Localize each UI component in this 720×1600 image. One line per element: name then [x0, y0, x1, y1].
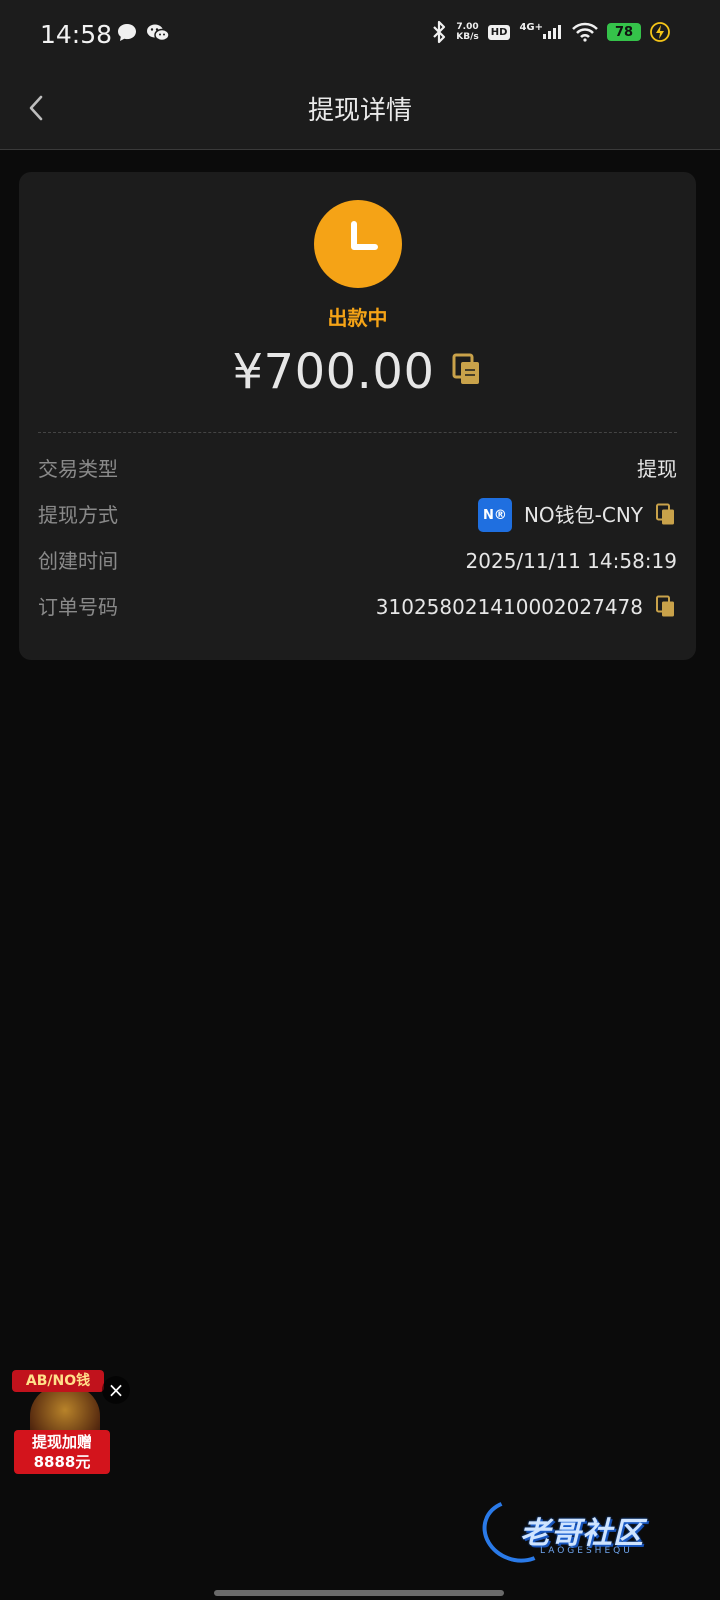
amount-row: ¥700.00 — [19, 344, 696, 400]
net-speed-value: 7.00 — [456, 22, 479, 32]
row-value: 2025/11/11 14:58:19 — [465, 549, 677, 573]
status-bar: 14:58 7.00 KB/s HD 4G+ 78 — [0, 0, 720, 66]
watermark-logo: 老哥社区 LAOGESHEQU — [473, 1489, 700, 1573]
screen: 14:58 7.00 KB/s HD 4G+ 78 提现详情 出款中 ¥700.… — [0, 0, 720, 1600]
row-value: 310258021410002027478 — [375, 595, 643, 619]
divider — [38, 432, 677, 433]
row-value: NO钱包-CNY — [523, 503, 643, 527]
row-label: 交易类型 — [38, 457, 118, 481]
notification-icons — [116, 22, 170, 44]
detail-row-created: 创建时间 2025/11/11 14:58:19 — [38, 546, 677, 592]
copy-method-button[interactable] — [655, 503, 677, 526]
wifi-icon — [572, 22, 598, 42]
message-icon — [118, 24, 136, 41]
home-indicator[interactable] — [214, 1590, 504, 1596]
amount: ¥700.00 — [232, 344, 435, 400]
net-type: 4G+ — [519, 22, 543, 33]
detail-row-type: 交易类型 提现 — [38, 454, 677, 500]
hd-badge: HD — [487, 24, 511, 40]
row-label: 创建时间 — [38, 549, 118, 573]
copy-icon — [656, 503, 674, 525]
copy-order-button[interactable] — [655, 595, 677, 618]
status-icon-circle — [314, 200, 402, 288]
row-value: 提现 — [637, 457, 677, 481]
detail-rows: 交易类型 提现 提现方式 N® NO钱包-CNY 创建时间 2025/11/11… — [38, 454, 677, 638]
status-right-group: 7.00 KB/s HD 4G+ 78 — [431, 20, 670, 44]
cell-signal: 4G+ — [519, 22, 563, 39]
watermark-subtext: LAOGESHEQU — [540, 1546, 633, 1556]
detail-row-method: 提现方式 N® NO钱包-CNY — [38, 498, 677, 546]
promo-bottom: 提现加赠 8888元 — [14, 1430, 110, 1474]
header: 提现详情 — [0, 66, 720, 150]
signal-icon — [543, 25, 561, 39]
status-text: 出款中 — [327, 306, 388, 330]
row-label: 订单号码 — [38, 595, 118, 619]
page-title: 提现详情 — [307, 96, 412, 126]
detail-row-order: 订单号码 310258021410002027478 — [38, 592, 677, 638]
wechat-icon — [147, 24, 170, 42]
copy-icon — [452, 353, 479, 384]
promo-line-2: 8888元 — [33, 1453, 91, 1471]
copy-amount-button[interactable] — [451, 353, 483, 391]
wallet-logo-icon: N® — [477, 498, 512, 532]
net-speed: 7.00 KB/s — [456, 22, 478, 42]
promo-line-1: 提现加赠 — [31, 1433, 92, 1451]
promo-top-text: AB/NO钱 — [12, 1370, 104, 1392]
clock-icon — [351, 221, 378, 250]
promo-close-button[interactable]: × — [102, 1376, 130, 1404]
bluetooth-icon — [433, 20, 446, 44]
withdrawal-detail-card: 出款中 ¥700.00 交易类型 提现 提现方式 N® NO钱包-CNY 创建时… — [19, 172, 696, 660]
net-speed-unit: KB/s — [456, 32, 479, 42]
charging-icon — [650, 22, 670, 42]
battery-level: 78 — [607, 23, 641, 41]
status-time: 14:58 — [40, 20, 113, 49]
copy-icon — [656, 595, 674, 617]
row-label: 提现方式 — [38, 503, 118, 527]
promo-banner[interactable]: AB/NO钱 提现加赠 8888元 × — [12, 1370, 130, 1474]
